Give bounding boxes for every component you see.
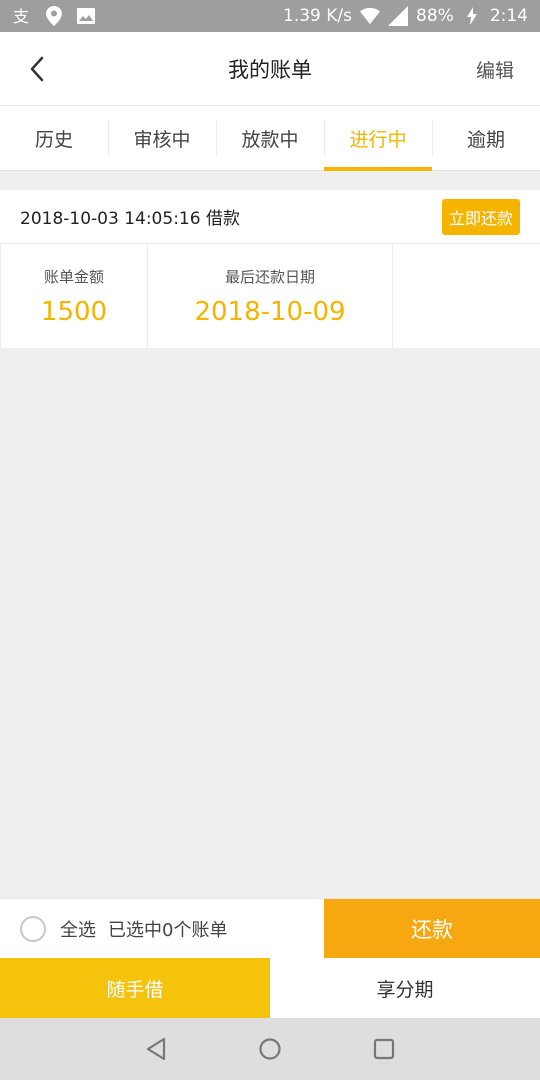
clock-time: 2:14 <box>489 6 528 26</box>
bill-due-date-section: 最后还款日期 2018-10-09 <box>148 244 393 348</box>
triangle-back-icon <box>146 1037 166 1061</box>
bill-card-body: 账单金额 1500 最后还款日期 2018-10-09 <box>0 244 540 348</box>
wifi-icon <box>360 6 381 26</box>
repay-button[interactable]: 还款 <box>324 899 540 958</box>
select-bar: 全选 已选中0个账单 还款 <box>0 898 540 958</box>
tab-history[interactable]: 历史 <box>0 106 108 170</box>
location-pin-icon <box>44 6 64 26</box>
bill-amount-label: 账单金额 <box>43 267 104 286</box>
nav-recents-button[interactable] <box>371 1036 397 1062</box>
chevron-left-icon <box>30 56 44 82</box>
cell-signal-icon <box>388 6 409 26</box>
bill-card-header: 2018-10-03 14:05:16 借款 立即还款 <box>0 190 540 244</box>
bill-card[interactable]: 2018-10-03 14:05:16 借款 立即还款 账单金额 1500 最后… <box>0 190 540 348</box>
network-speed: 1.39 K/s <box>283 6 353 26</box>
tab-disbursing[interactable]: 放款中 <box>216 106 324 170</box>
select-all-radio[interactable] <box>20 915 46 942</box>
repay-now-button[interactable]: 立即还款 <box>441 198 520 235</box>
status-bar: 支 1.39 K/s 88% 2:14 <box>0 0 540 32</box>
circle-home-icon <box>259 1038 281 1060</box>
tab-overdue[interactable]: 逾期 <box>432 106 540 170</box>
bottom-tab-installment[interactable]: 享分期 <box>270 958 540 1018</box>
battery-percent: 88% <box>416 6 454 26</box>
image-icon <box>76 6 96 26</box>
bill-status-tabs: 历史 审核中 放款中 进行中 逾期 <box>0 106 540 171</box>
edit-button[interactable]: 编辑 <box>476 56 514 83</box>
system-nav-bar <box>0 1018 540 1080</box>
nav-home-button[interactable] <box>257 1036 283 1062</box>
bottom-tabs: 随手借 享分期 <box>0 958 540 1018</box>
bill-due-date-label: 最后还款日期 <box>224 267 315 286</box>
select-all-group: 全选 已选中0个账单 <box>0 899 324 958</box>
back-button[interactable] <box>22 54 52 84</box>
charging-bolt-icon <box>462 6 482 26</box>
bill-amount-value: 1500 <box>40 296 108 327</box>
select-all-label[interactable]: 全选 <box>60 916 96 942</box>
bill-empty-section <box>393 244 540 348</box>
bill-datetime: 2018-10-03 14:05:16 借款 <box>20 209 240 229</box>
nav-back-button[interactable] <box>143 1036 169 1062</box>
bottom-tab-quick-borrow[interactable]: 随手借 <box>0 958 270 1018</box>
page-title: 我的账单 <box>228 57 312 82</box>
alipay-icon: 支 <box>12 6 32 26</box>
tab-in-progress[interactable]: 进行中 <box>324 106 432 171</box>
bill-amount-section: 账单金额 1500 <box>0 244 148 348</box>
svg-text:支: 支 <box>13 7 29 26</box>
bill-due-date-value: 2018-10-09 <box>194 296 346 327</box>
tab-under-review[interactable]: 审核中 <box>108 106 216 170</box>
square-recents-icon <box>373 1038 395 1060</box>
app-header: 我的账单 编辑 <box>0 32 540 106</box>
selected-count-text: 已选中0个账单 <box>108 919 228 941</box>
